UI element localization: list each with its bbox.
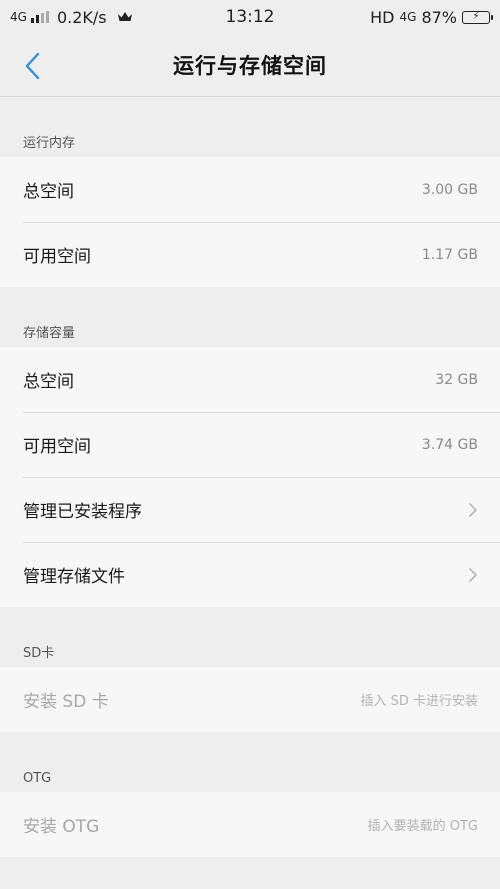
chevron-right-icon	[469, 502, 477, 517]
row-label: 安装 SD 卡	[23, 692, 109, 712]
row-label: 可用空间	[23, 437, 91, 457]
manage-installed-apps-row[interactable]: 管理已安装程序	[0, 477, 500, 542]
sd-group: 安装 SD 卡 插入 SD 卡进行安装	[0, 667, 500, 732]
storage-available-row: 可用空间 3.74 GB	[0, 412, 500, 477]
row-label: 可用空间	[23, 247, 91, 267]
row-label: 总空间	[23, 182, 74, 202]
crown-icon	[117, 12, 132, 21]
otg-group: 安装 OTG 插入要装载的 OTG	[0, 792, 500, 857]
ram-group: 总空间 3.00 GB 可用空间 1.17 GB	[0, 157, 500, 287]
row-hint: 插入要装载的 OTG	[367, 819, 478, 834]
section-header-otg: OTG	[23, 771, 52, 786]
row-label: 安装 OTG	[23, 817, 100, 837]
row-label: 管理已安装程序	[23, 502, 142, 522]
section-header-sd: SD卡	[23, 646, 55, 661]
page-title: 运行与存储空间	[173, 54, 327, 78]
ram-total-row: 总空间 3.00 GB	[0, 157, 500, 222]
network-type-right: 4G	[399, 10, 417, 24]
battery-percent: 87%	[421, 7, 457, 27]
battery-charging-icon: ⚡	[462, 10, 493, 24]
chevron-left-icon[interactable]	[22, 51, 44, 81]
storage-settings-screen: 4G 0.2K/s 13:12 HD 4G 87% ⚡ 运行与存储空间 运行内存…	[0, 0, 500, 889]
storage-total-row: 总空间 32 GB	[0, 347, 500, 412]
network-speed: 0.2K/s	[56, 7, 107, 27]
row-label: 总空间	[23, 372, 74, 392]
network-type-left: 4G	[10, 10, 27, 24]
hd-indicator: HD	[370, 7, 395, 27]
row-value: 3.00 GB	[421, 181, 478, 198]
row-label: 管理存储文件	[23, 567, 125, 587]
row-value: 32 GB	[435, 371, 478, 388]
manage-storage-files-row[interactable]: 管理存储文件	[0, 542, 500, 607]
signal-icon	[30, 11, 49, 23]
status-right: HD 4G 87% ⚡	[370, 7, 493, 27]
storage-group: 总空间 32 GB 可用空间 3.74 GB 管理已安装程序 管理存储文件	[0, 347, 500, 607]
section-header-ram: 运行内存	[23, 136, 76, 151]
ram-available-row: 可用空间 1.17 GB	[0, 222, 500, 287]
install-sd-row[interactable]: 安装 SD 卡 插入 SD 卡进行安装	[0, 667, 500, 732]
section-header-storage: 存储容量	[23, 326, 76, 341]
row-value: 3.74 GB	[421, 436, 478, 453]
row-value: 1.17 GB	[421, 246, 478, 263]
row-hint: 插入 SD 卡进行安装	[360, 694, 478, 709]
status-left: 4G 0.2K/s	[10, 8, 133, 27]
install-otg-row[interactable]: 安装 OTG 插入要装载的 OTG	[0, 792, 500, 857]
status-bar: 4G 0.2K/s 13:12 HD 4G 87% ⚡	[0, 0, 500, 34]
navigation-bar: 运行与存储空间	[0, 34, 500, 97]
chevron-right-icon	[469, 567, 477, 582]
